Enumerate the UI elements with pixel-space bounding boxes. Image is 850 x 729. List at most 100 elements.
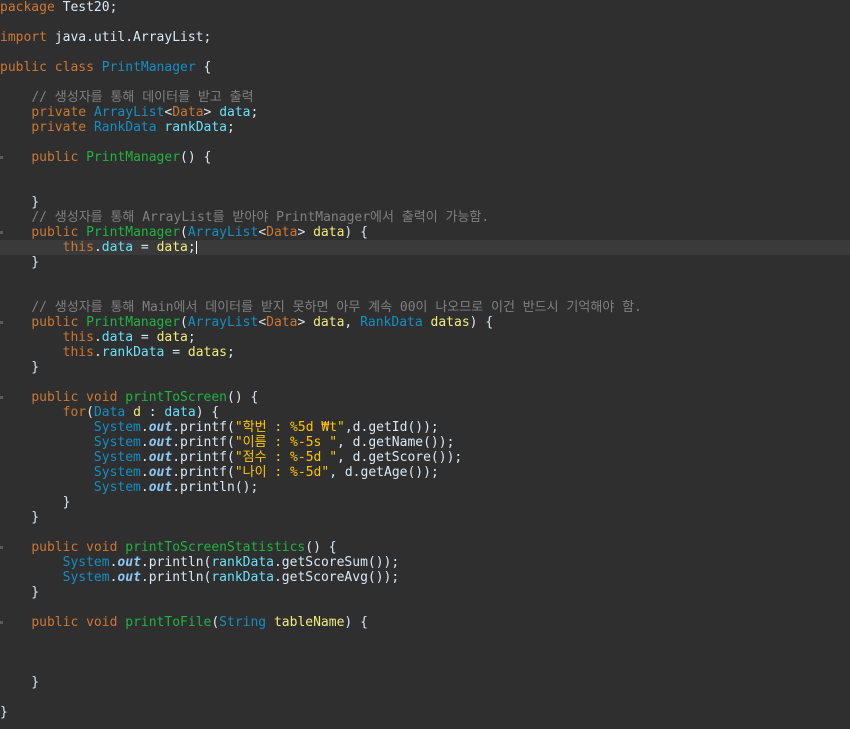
- code-line[interactable]: for(Data d : data) {: [0, 405, 850, 420]
- code-token: "점수 : %-5d ": [234, 450, 338, 465]
- fold-marker-icon[interactable]: [0, 156, 3, 159]
- code-token: , d.getScore());: [337, 450, 463, 465]
- code-token: ) {: [195, 405, 220, 420]
- code-token: .: [93, 240, 102, 255]
- code-token: PrintManager: [86, 150, 181, 165]
- code-token: }: [0, 495, 71, 510]
- code-line[interactable]: System.out.println(rankData.getScoreAvg(…: [0, 570, 850, 585]
- code-token: printToScreenStatistics: [125, 540, 306, 555]
- code-line[interactable]: private ArrayList<Data> data;: [0, 105, 850, 120]
- code-line[interactable]: System.out.println(rankData.getScoreSum(…: [0, 555, 850, 570]
- fold-marker-icon[interactable]: [0, 321, 3, 324]
- code-line[interactable]: System.out.printf("학번 : %5d ₩t",d.getId(…: [0, 420, 850, 435]
- code-line[interactable]: this.data = data;: [0, 240, 850, 255]
- code-token: "이름 : %-5s ": [234, 435, 338, 450]
- code-line[interactable]: this.data = data;: [0, 330, 850, 345]
- code-token: ;: [187, 330, 196, 345]
- code-token: <: [258, 315, 267, 330]
- code-token: .printf(: [172, 465, 235, 480]
- code-token: data: [101, 330, 134, 345]
- code-line[interactable]: System.out.printf("점수 : %-5d ", d.getSco…: [0, 450, 850, 465]
- code-line[interactable]: this.rankData = datas;: [0, 345, 850, 360]
- code-token: =: [164, 345, 188, 360]
- fold-marker-icon[interactable]: [0, 396, 3, 399]
- code-token: ) {: [344, 615, 368, 630]
- code-line[interactable]: public void printToScreen() {: [0, 390, 850, 405]
- code-line[interactable]: // 생성자를 통해 Main에서 데이터를 받지 못하면 아무 계속 00이 …: [0, 300, 850, 315]
- code-token: "학번 : %5d ₩t": [234, 420, 345, 435]
- code-line[interactable]: // 생성자를 통해 ArrayList를 받아야 PrintManager에서…: [0, 210, 850, 225]
- fold-marker-icon[interactable]: [0, 546, 3, 549]
- code-line[interactable]: public PrintManager() {: [0, 150, 850, 165]
- code-line[interactable]: }: [0, 495, 850, 510]
- code-token: public: [31, 390, 79, 405]
- code-token: this: [62, 240, 94, 255]
- code-token: out: [117, 555, 141, 570]
- code-token: }: [0, 255, 40, 270]
- code-line[interactable]: }: [0, 585, 850, 600]
- code-token: rankData: [101, 345, 165, 360]
- code-token: private: [31, 105, 87, 120]
- code-token: System: [93, 435, 141, 450]
- code-line[interactable]: }: [0, 360, 850, 375]
- code-token: ArrayList: [93, 105, 165, 120]
- code-editor[interactable]: package Test20; import java.util.ArrayLis…: [0, 0, 850, 729]
- code-token: tableName: [273, 615, 345, 630]
- code-token: void: [86, 540, 118, 555]
- fold-marker-icon[interactable]: [0, 621, 3, 624]
- code-line[interactable]: }: [0, 255, 850, 270]
- code-token: System: [93, 450, 141, 465]
- code-token: .printf(: [172, 450, 235, 465]
- code-line[interactable]: System.out.println();: [0, 480, 850, 495]
- code-line[interactable]: }: [0, 675, 850, 690]
- code-token: data: [219, 105, 251, 120]
- code-line[interactable]: System.out.printf("나이 : %-5d", d.getAge(…: [0, 465, 850, 480]
- code-token: ;: [250, 105, 259, 120]
- code-token: datas: [187, 345, 228, 360]
- code-token: (: [180, 315, 188, 330]
- code-line[interactable]: public void printToFile(String tableName…: [0, 615, 850, 630]
- code-token: // 생성자를 통해 데이터를 받고 출력: [31, 90, 254, 105]
- code-line[interactable]: package Test20;: [0, 0, 850, 15]
- code-token: data: [156, 240, 188, 255]
- code-token: RankData: [360, 315, 423, 330]
- code-token: rankData: [211, 555, 274, 570]
- code-line[interactable]: System.out.printf("이름 : %-5s ", d.getNam…: [0, 435, 850, 450]
- code-token: Data: [266, 315, 298, 330]
- code-token: <: [258, 225, 267, 240]
- code-token: , d.getAge());: [329, 465, 439, 480]
- code-line[interactable]: }: [0, 195, 850, 210]
- code-token: (: [180, 225, 188, 240]
- code-token: .: [140, 450, 149, 465]
- code-token: d: [133, 405, 141, 420]
- code-line[interactable]: public PrintManager(ArrayList<Data> data…: [0, 315, 850, 330]
- code-line[interactable]: import java.util.ArrayList;: [0, 30, 850, 45]
- code-token: public: [0, 60, 47, 75]
- code-line[interactable]: public PrintManager(ArrayList<Data> data…: [0, 225, 850, 240]
- code-line[interactable]: private RankData rankData;: [0, 120, 850, 135]
- code-token: ;: [187, 240, 196, 255]
- code-line[interactable]: // 생성자를 통해 데이터를 받고 출력: [0, 90, 850, 105]
- code-line[interactable]: }: [0, 510, 850, 525]
- code-token: .printf(: [172, 435, 235, 450]
- code-token: >: [203, 105, 220, 120]
- code-line[interactable]: }: [0, 705, 850, 720]
- code-line[interactable]: public class PrintManager {: [0, 60, 850, 75]
- code-token: data: [313, 225, 345, 240]
- code-token: .: [140, 420, 149, 435]
- fold-marker-icon[interactable]: [0, 231, 3, 234]
- code-token: =: [133, 330, 157, 345]
- code-line[interactable]: public void printToScreenStatistics() {: [0, 540, 850, 555]
- code-token: void: [86, 615, 118, 630]
- code-token: public: [31, 540, 79, 555]
- code-token: public: [31, 615, 79, 630]
